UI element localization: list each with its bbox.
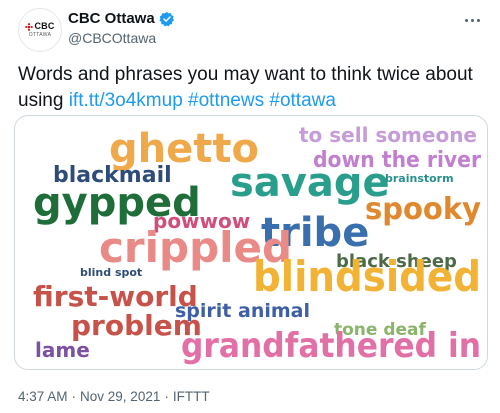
tweet-time[interactable]: 4:37 AM [18, 389, 68, 404]
cbc-gem-icon [25, 22, 34, 31]
word-spooky: spooky [365, 192, 481, 227]
avatar-brand: CBC [34, 21, 55, 31]
tweet-image[interactable]: ghetto to sell someone down the river bl… [14, 115, 488, 370]
word-grandfathered-in: grandfathered in [181, 326, 481, 366]
tweet-meta: 4:37 AM · Nov 29, 2021 · IFTTT [18, 389, 210, 404]
verified-badge-icon [159, 11, 174, 26]
word-blindsided: blindsided [253, 252, 481, 301]
more-dot-icon [470, 18, 474, 22]
word-brainstorm: brainstorm [385, 172, 454, 185]
tweet-card: CBC OTTAWA CBC Ottawa @CBCOttawa Words a… [0, 0, 500, 413]
name-row: CBC Ottawa [68, 10, 175, 27]
cbc-logo: CBC [25, 22, 54, 31]
tweet-text: Words and phrases you may want to think … [18, 62, 488, 114]
word-to-sell-someone: to sell someone [299, 123, 477, 147]
tweet-link[interactable]: ift.tt/3o4kmup [69, 90, 183, 111]
more-dot-icon [476, 18, 480, 22]
tweet-source[interactable]: IFTTT [173, 389, 210, 404]
avatar[interactable]: CBC OTTAWA [18, 8, 62, 52]
display-name[interactable]: CBC Ottawa [68, 10, 155, 27]
handle[interactable]: @CBCOttawa [68, 30, 156, 46]
word-cloud: ghetto to sell someone down the river bl… [33, 123, 481, 366]
hashtag-ottnews[interactable]: #ottnews [188, 90, 264, 111]
avatar-sub: OTTAWA [28, 32, 52, 38]
more-dot-icon [464, 18, 468, 22]
word-lame: lame [35, 338, 90, 362]
meta-separator: · [164, 389, 169, 404]
hashtag-ottawa[interactable]: #ottawa [269, 90, 336, 111]
word-blind-spot: blind spot [80, 266, 142, 279]
meta-separator: · [71, 389, 77, 404]
tweet-date[interactable]: Nov 29, 2021 [80, 389, 160, 404]
more-options-button[interactable] [458, 10, 486, 30]
